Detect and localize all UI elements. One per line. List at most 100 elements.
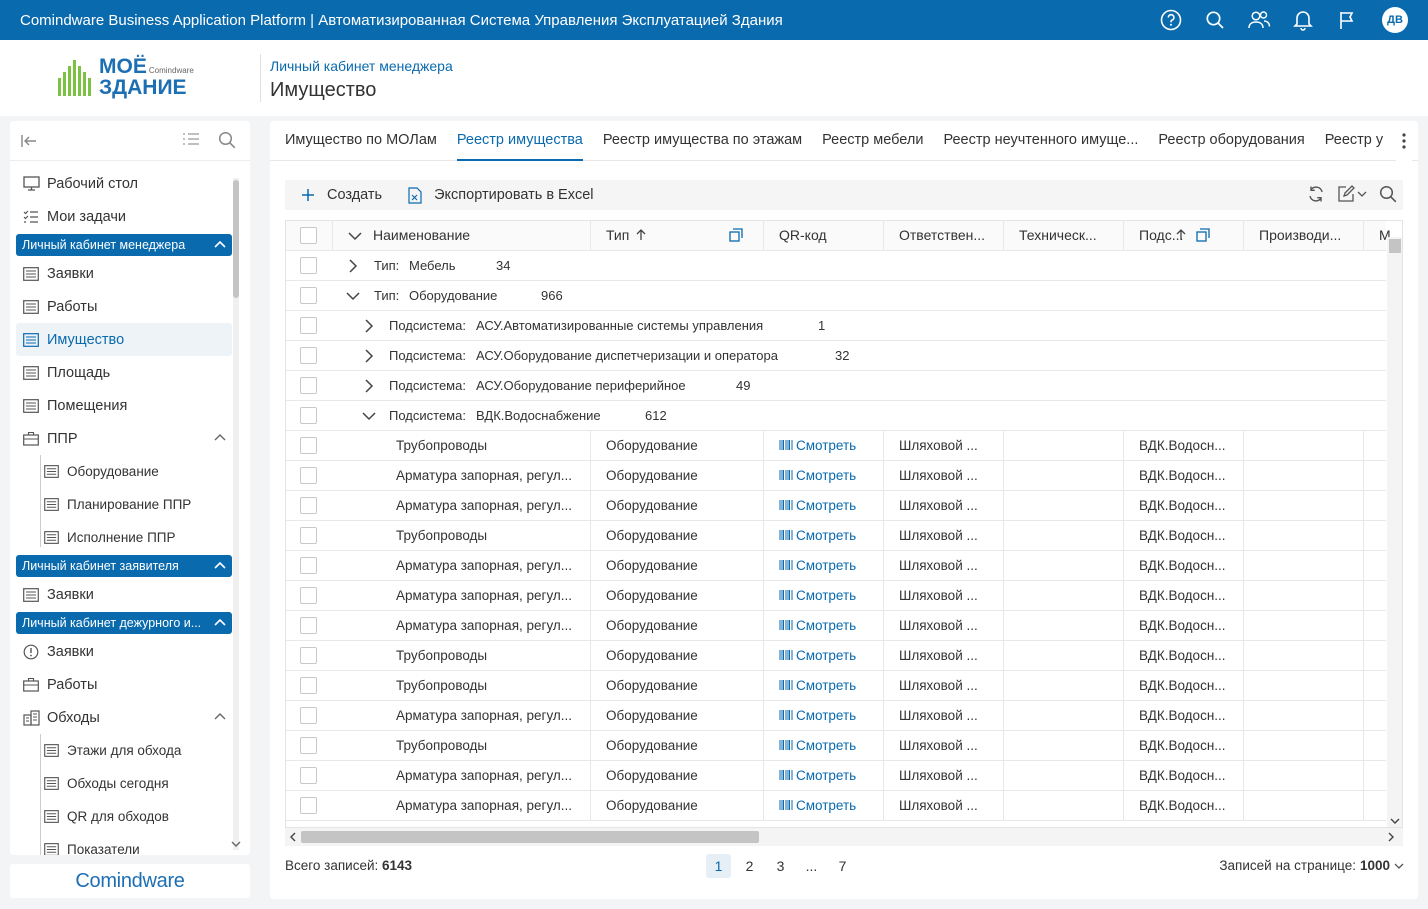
flag-icon[interactable]: [1334, 7, 1360, 33]
sidebar-search-icon[interactable]: [218, 131, 236, 149]
grid-horizontal-scrollbar[interactable]: [285, 828, 1403, 846]
sidebar-item-ppr-planning[interactable]: Планирование ППР: [16, 488, 232, 521]
sidebar-item-requests[interactable]: Заявки: [16, 257, 232, 290]
create-button[interactable]: Создать: [301, 187, 382, 203]
cell-qr[interactable]: Смотреть: [763, 551, 883, 581]
users-icon[interactable]: [1246, 7, 1272, 33]
group-by-icon[interactable]: [729, 228, 743, 242]
cell-qr-text[interactable]: Смотреть: [796, 768, 856, 783]
sidebar-item-desktop[interactable]: Рабочий стол: [16, 167, 232, 200]
table-row[interactable]: Арматура запорная, регул... Оборудование С…: [286, 551, 1386, 581]
tab-more-registry[interactable]: Реестр у: [1325, 121, 1383, 161]
table-row[interactable]: Трубопроводы Оборудование Смотреть Шляховой…: [286, 431, 1386, 461]
page-button[interactable]: 1: [706, 854, 731, 878]
cell-qr-text[interactable]: Смотреть: [796, 678, 856, 693]
sidebar-item-ppr-execution[interactable]: Исполнение ППР: [16, 521, 232, 554]
sidebar-item-qr-for-rounds[interactable]: QR для обходов: [16, 800, 232, 833]
row-checkbox[interactable]: [300, 257, 317, 274]
group-row[interactable]: Подсистема: ВДК.Водоснабжение 612: [286, 401, 1386, 431]
row-checkbox[interactable]: [300, 317, 317, 334]
page-size-selector[interactable]: Записей на странице: 1000: [1219, 858, 1404, 873]
cell-qr[interactable]: Смотреть: [763, 611, 883, 641]
sidebar-item-floors-for-round[interactable]: Этажи для обхода: [16, 734, 232, 767]
row-checkbox[interactable]: [300, 347, 317, 364]
row-checkbox[interactable]: [300, 497, 317, 514]
chevron-down-icon[interactable]: [1390, 817, 1400, 825]
avatar[interactable]: ДВ: [1382, 7, 1408, 33]
table-row[interactable]: Трубопроводы Оборудование Смотреть Шляховой…: [286, 521, 1386, 551]
cell-qr-text[interactable]: Смотреть: [796, 708, 856, 723]
grid-vertical-scrollbar[interactable]: [1387, 237, 1402, 827]
group-row[interactable]: Тип: Оборудование 966: [286, 281, 1386, 311]
sidebar-item-area[interactable]: Площадь: [16, 356, 232, 389]
tab-furniture-registry[interactable]: Реестр мебели: [822, 121, 923, 161]
col-header-qr[interactable]: QR-код: [763, 221, 883, 251]
scrollbar-thumb[interactable]: [301, 831, 759, 843]
row-checkbox[interactable]: [300, 617, 317, 634]
refresh-icon[interactable]: [1307, 185, 1325, 203]
chevron-down-icon[interactable]: [231, 840, 241, 848]
table-row[interactable]: Арматура запорная, регул... Оборудование С…: [286, 581, 1386, 611]
table-row[interactable]: Трубопроводы Оборудование Смотреть Шляховой…: [286, 641, 1386, 671]
group-row[interactable]: Подсистема: АСУ.Оборудование диспетчериз…: [286, 341, 1386, 371]
sidebar-item-ppr[interactable]: ППР: [16, 422, 232, 455]
row-checkbox[interactable]: [300, 707, 317, 724]
tab-property-by-floors[interactable]: Реестр имущества по этажам: [603, 121, 802, 161]
row-checkbox[interactable]: [300, 287, 317, 304]
scrollbar-thumb[interactable]: [233, 180, 239, 298]
row-checkbox[interactable]: [300, 677, 317, 694]
sidebar-item-duty-requests[interactable]: Заявки: [16, 635, 232, 668]
cell-qr-text[interactable]: Смотреть: [796, 738, 856, 753]
group-manager-cabinet[interactable]: Личный кабинет менеджера: [16, 234, 232, 256]
chevron-down-icon[interactable]: [362, 411, 376, 421]
cell-qr[interactable]: Смотреть: [763, 671, 883, 701]
tab-property-by-mol[interactable]: Имущество по МОЛам: [285, 121, 437, 161]
scrollbar-thumb[interactable]: [1389, 239, 1401, 253]
col-header-name[interactable]: Наименование: [332, 221, 590, 251]
row-checkbox[interactable]: [300, 797, 317, 814]
table-row[interactable]: Арматура запорная, регул... Оборудование С…: [286, 701, 1386, 731]
row-checkbox[interactable]: [300, 437, 317, 454]
cell-qr-text[interactable]: Смотреть: [796, 618, 856, 633]
bell-icon[interactable]: [1290, 7, 1316, 33]
table-row[interactable]: Арматура запорная, регул... Оборудование С…: [286, 491, 1386, 521]
sidebar-item-rooms[interactable]: Помещения: [16, 389, 232, 422]
sidebar-item-property[interactable]: Имущество: [16, 323, 232, 356]
search-icon[interactable]: [1202, 7, 1228, 33]
sidebar-item-rounds-today[interactable]: Обходы сегодня: [16, 767, 232, 800]
cell-qr[interactable]: Смотреть: [763, 761, 883, 791]
sidebar-item-applicant-requests[interactable]: Заявки: [16, 578, 232, 611]
table-row[interactable]: Арматура запорная, регул... Оборудование С…: [286, 761, 1386, 791]
sidebar-item-indicators[interactable]: Показатели: [16, 833, 232, 855]
col-header-manufacturer[interactable]: Производи...: [1243, 221, 1363, 251]
grid-search-icon[interactable]: [1379, 185, 1397, 203]
sidebar-item-rounds[interactable]: Обходы: [16, 701, 232, 734]
row-checkbox[interactable]: [300, 377, 317, 394]
breadcrumb[interactable]: Личный кабинет менеджера: [270, 58, 453, 74]
chevron-down-icon[interactable]: [346, 291, 360, 301]
sidebar-item-works[interactable]: Работы: [16, 290, 232, 323]
row-checkbox[interactable]: [300, 587, 317, 604]
tab-equipment-registry[interactable]: Реестр оборудования: [1158, 121, 1304, 161]
cell-qr[interactable]: Смотреть: [763, 581, 883, 611]
page-button[interactable]: 2: [737, 854, 762, 878]
table-row[interactable]: Трубопроводы Оборудование Смотреть Шляховой…: [286, 731, 1386, 761]
help-icon[interactable]: [1158, 7, 1184, 33]
row-checkbox[interactable]: [300, 407, 317, 424]
cell-qr-text[interactable]: Смотреть: [796, 648, 856, 663]
group-row[interactable]: Тип: Мебель 34: [286, 251, 1386, 281]
chevron-right-icon[interactable]: [364, 319, 374, 333]
row-checkbox[interactable]: [300, 737, 317, 754]
cell-qr-text[interactable]: Смотреть: [796, 558, 856, 573]
edit-dropdown-icon[interactable]: [1337, 185, 1367, 203]
chevron-right-icon[interactable]: [364, 349, 374, 363]
tab-property-registry[interactable]: Реестр имущества: [456, 121, 583, 161]
group-duty-cabinet[interactable]: Личный кабинет дежурного и...: [16, 612, 232, 634]
table-row[interactable]: [286, 821, 1386, 827]
collapse-sidebar-icon[interactable]: [20, 133, 38, 149]
row-checkbox[interactable]: [300, 557, 317, 574]
group-row[interactable]: Подсистема: АСУ.Автоматизированные систе…: [286, 311, 1386, 341]
select-all-checkbox[interactable]: [300, 227, 317, 244]
cell-qr[interactable]: Смотреть: [763, 731, 883, 761]
cell-qr[interactable]: Смотреть: [763, 791, 883, 821]
